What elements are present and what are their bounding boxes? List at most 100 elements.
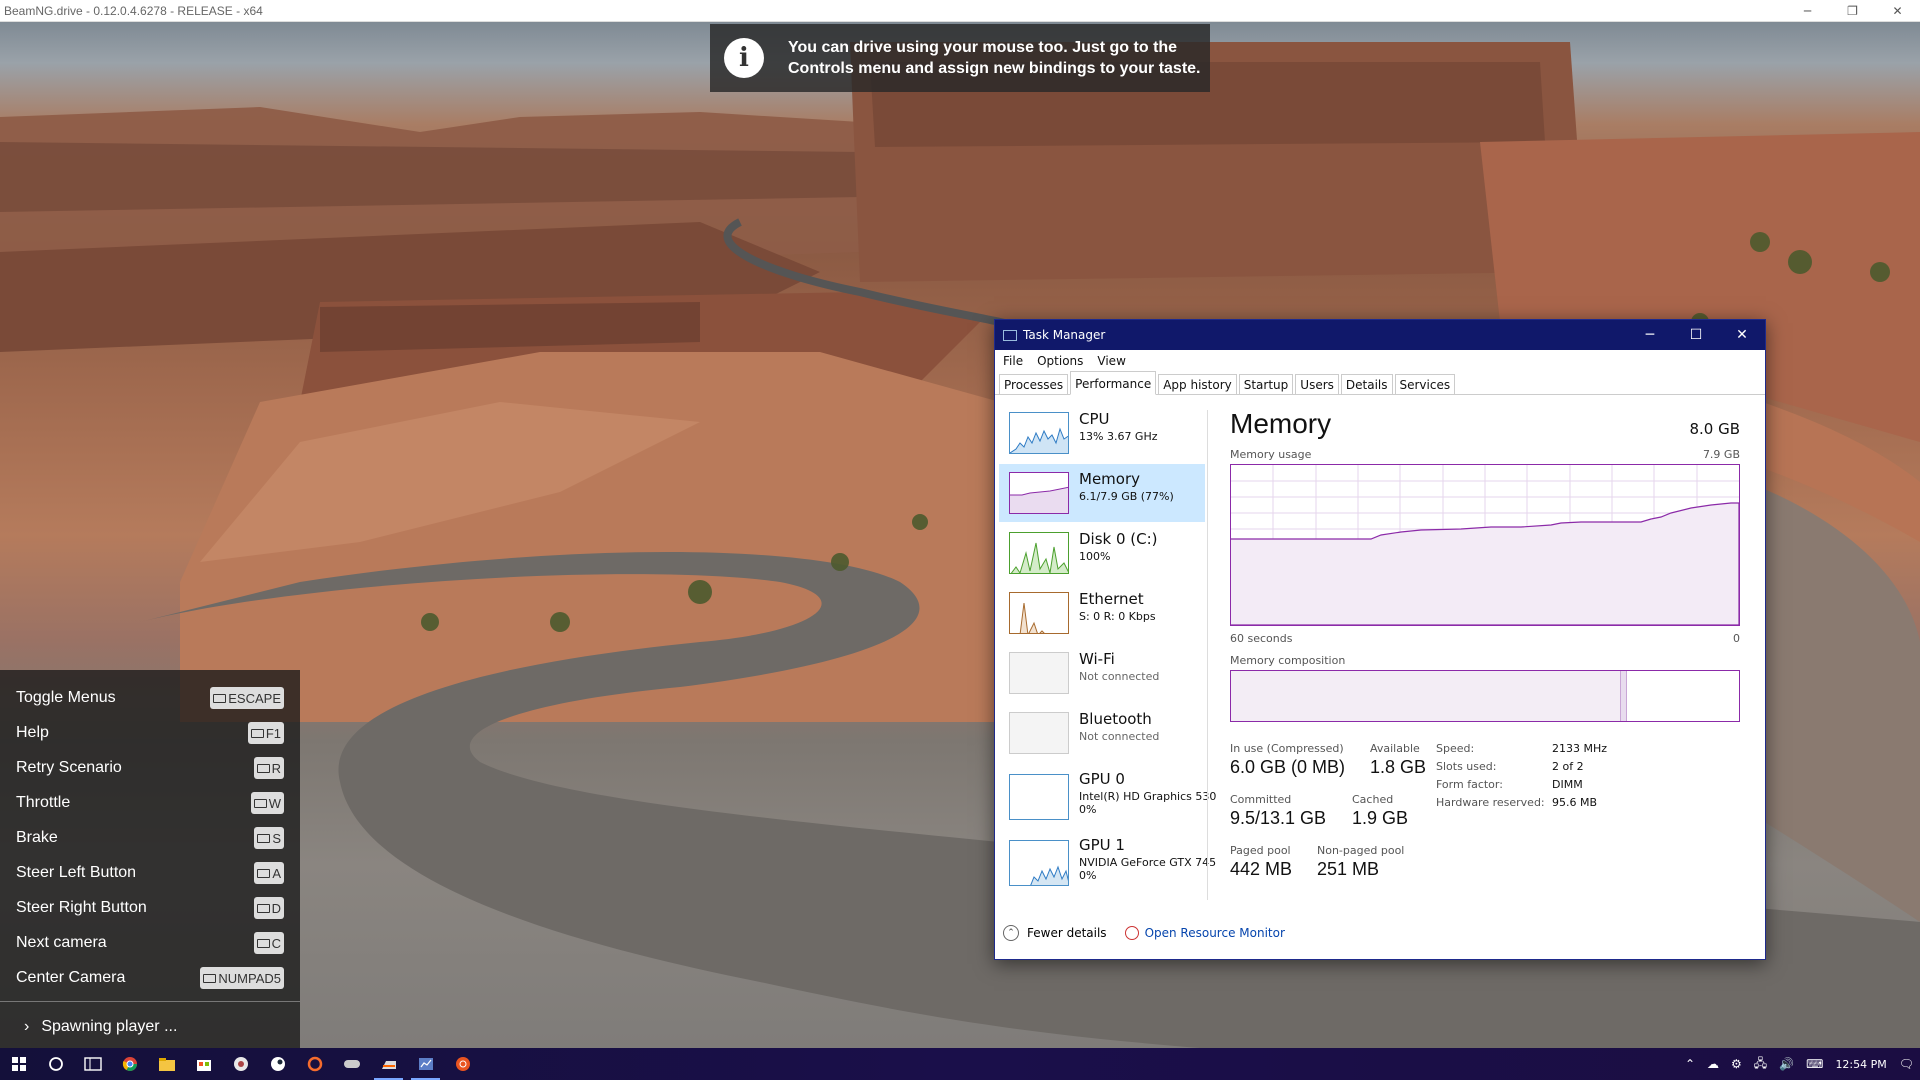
keycap: NUMPAD5: [200, 967, 284, 989]
sidebar-title: CPU: [1079, 410, 1110, 428]
spawn-status[interactable]: › Spawning player ...: [24, 1018, 177, 1036]
control-row-steer-right: Steer Right Button D: [0, 892, 300, 927]
keyboard-icon: [256, 763, 270, 773]
keyboard-icon[interactable]: ⌨: [1806, 1057, 1823, 1071]
keycap: W: [250, 792, 284, 814]
menu-options[interactable]: Options: [1037, 354, 1083, 368]
task-view-icon[interactable]: [74, 1048, 111, 1080]
open-resource-monitor-link[interactable]: Open Resource Monitor: [1145, 926, 1285, 940]
action-center-icon[interactable]: 🗨: [1899, 1057, 1914, 1071]
key-name: ESCAPE: [228, 690, 281, 706]
sidebar-item-disk[interactable]: Disk 0 (C:) 100%: [999, 524, 1205, 582]
tab-performance[interactable]: Performance: [1070, 371, 1157, 395]
sidebar-item-wifi[interactable]: Wi-Fi Not connected: [999, 644, 1205, 702]
keyboard-icon: [250, 728, 264, 738]
media-player-icon[interactable]: [222, 1048, 259, 1080]
tab-services[interactable]: Services: [1394, 374, 1456, 394]
gpu0-thumbnail: [1009, 774, 1069, 820]
memory-composition-label: Memory composition: [1230, 654, 1346, 667]
control-label: Next camera: [16, 934, 107, 951]
menu-file[interactable]: File: [1003, 354, 1023, 368]
keyboard-icon: [257, 833, 271, 843]
steam-icon[interactable]: [259, 1048, 296, 1080]
tab-users[interactable]: Users: [1295, 374, 1339, 394]
sidebar-title: Bluetooth: [1079, 710, 1152, 728]
memory-thumbnail: [1009, 472, 1069, 514]
close-icon[interactable]: ✕: [1875, 0, 1920, 22]
sidebar-item-bluetooth[interactable]: Bluetooth Not connected: [999, 704, 1205, 762]
stat-paged-pool: Paged pool 442 MB: [1230, 844, 1292, 880]
task-manager-titlebar[interactable]: Task Manager ─ ☐ ✕: [995, 320, 1765, 350]
volume-icon[interactable]: 🔊: [1779, 1057, 1794, 1071]
memory-usage-graph: [1230, 464, 1740, 626]
network-icon[interactable]: 🖧: [1754, 1054, 1767, 1075]
store-icon[interactable]: [185, 1048, 222, 1080]
wifi-thumbnail: [1009, 652, 1069, 694]
sidebar-item-cpu[interactable]: CPU 13% 3.67 GHz: [999, 404, 1205, 462]
fewer-details-button[interactable]: Fewer details: [1027, 926, 1107, 940]
tip-line-2: Controls menu and assign new bindings to…: [788, 60, 1201, 77]
sidebar-item-gpu1[interactable]: GPU 1 NVIDIA GeForce GTX 745 0%: [999, 830, 1216, 894]
menu-view[interactable]: View: [1097, 354, 1125, 368]
keycap: C: [253, 932, 284, 954]
cortana-icon[interactable]: [37, 1048, 74, 1080]
key-name: W: [268, 795, 281, 811]
key-name: A: [272, 865, 281, 881]
minimize-icon[interactable]: ─: [1785, 0, 1830, 22]
detail-value: 2 of 2: [1552, 760, 1584, 773]
file-explorer-icon[interactable]: [148, 1048, 185, 1080]
settings-icon[interactable]: ⚙: [1731, 1057, 1742, 1071]
keycap: F1: [247, 722, 284, 744]
sidebar-title: Wi-Fi: [1079, 650, 1115, 668]
tab-details[interactable]: Details: [1340, 374, 1393, 394]
tab-app-history[interactable]: App history: [1158, 374, 1237, 394]
game-titlebar[interactable]: BeamNG.drive - 0.12.0.4.6278 - RELEASE -…: [0, 0, 1920, 22]
sidebar-subtitle: Not connected: [1079, 730, 1160, 743]
task-manager-tabs: Processes Performance App history Startu…: [995, 371, 1765, 395]
control-label: Brake: [16, 829, 58, 846]
tip-toast-text: You can drive using your mouse too. Just…: [788, 37, 1200, 79]
control-row-brake: Brake S: [0, 822, 300, 857]
windows-logo-icon: [11, 1057, 26, 1071]
detail-label: Speed:: [1436, 742, 1475, 755]
keyboard-icon: [257, 868, 271, 878]
keycap: S: [254, 827, 284, 849]
tab-startup[interactable]: Startup: [1238, 374, 1294, 394]
beamng-icon[interactable]: [370, 1048, 407, 1080]
sidebar-item-ethernet[interactable]: Ethernet S: 0 R: 0 Kbps: [999, 584, 1205, 642]
ubuntu-icon[interactable]: [444, 1048, 481, 1080]
task-manager-window[interactable]: Task Manager ─ ☐ ✕ File Options View Pro…: [994, 319, 1766, 960]
windows-taskbar: ⌃ ☁ ⚙ 🖧 🔊 ⌨ 12:54 PM 🗨: [0, 1048, 1920, 1080]
tab-processes[interactable]: Processes: [999, 374, 1069, 394]
control-label: Help: [16, 724, 49, 741]
stat-label: Cached: [1352, 793, 1394, 806]
disk-thumbnail: [1009, 532, 1069, 574]
minimize-icon[interactable]: ─: [1627, 320, 1673, 350]
gamepad-icon[interactable]: [333, 1048, 370, 1080]
detail-value: 95.6 MB: [1552, 796, 1598, 809]
control-label: Retry Scenario: [16, 759, 122, 776]
stat-label: Available: [1370, 742, 1420, 755]
onedrive-icon[interactable]: ☁: [1707, 1057, 1719, 1071]
tip-line-1: You can drive using your mouse too. Just…: [788, 39, 1178, 56]
sidebar-item-gpu0[interactable]: GPU 0 Intel(R) HD Graphics 530 0%: [999, 764, 1216, 828]
start-button[interactable]: [0, 1048, 37, 1080]
detail-form-factor: Form factor: DIMM: [1436, 778, 1583, 791]
chevron-up-icon[interactable]: ⌃: [1685, 1057, 1695, 1071]
stat-nonpaged-pool: Non-paged pool 251 MB: [1317, 844, 1404, 880]
maximize-icon[interactable]: ☐: [1673, 320, 1719, 350]
close-icon[interactable]: ✕: [1719, 320, 1765, 350]
chrome-icon[interactable]: [111, 1048, 148, 1080]
chevron-up-icon[interactable]: ⌃: [1003, 925, 1019, 941]
taskbar-clock[interactable]: 12:54 PM: [1835, 1058, 1886, 1071]
key-name: C: [271, 935, 281, 951]
stat-value: 9.5/13.1 GB: [1230, 808, 1327, 828]
stat-value: 1.8 GB: [1370, 757, 1427, 777]
tip-toast: i You can drive using your mouse too. Ju…: [710, 24, 1210, 92]
task-manager-taskbar-icon[interactable]: [407, 1048, 444, 1080]
origin-icon[interactable]: [296, 1048, 333, 1080]
controls-divider: [0, 1001, 300, 1002]
restore-icon[interactable]: ❐: [1830, 0, 1875, 22]
sidebar-item-memory[interactable]: Memory 6.1/7.9 GB (77%): [999, 464, 1205, 522]
performance-sidebar: CPU 13% 3.67 GHz Memory 6.1/7.9 GB (77%)…: [999, 402, 1216, 902]
